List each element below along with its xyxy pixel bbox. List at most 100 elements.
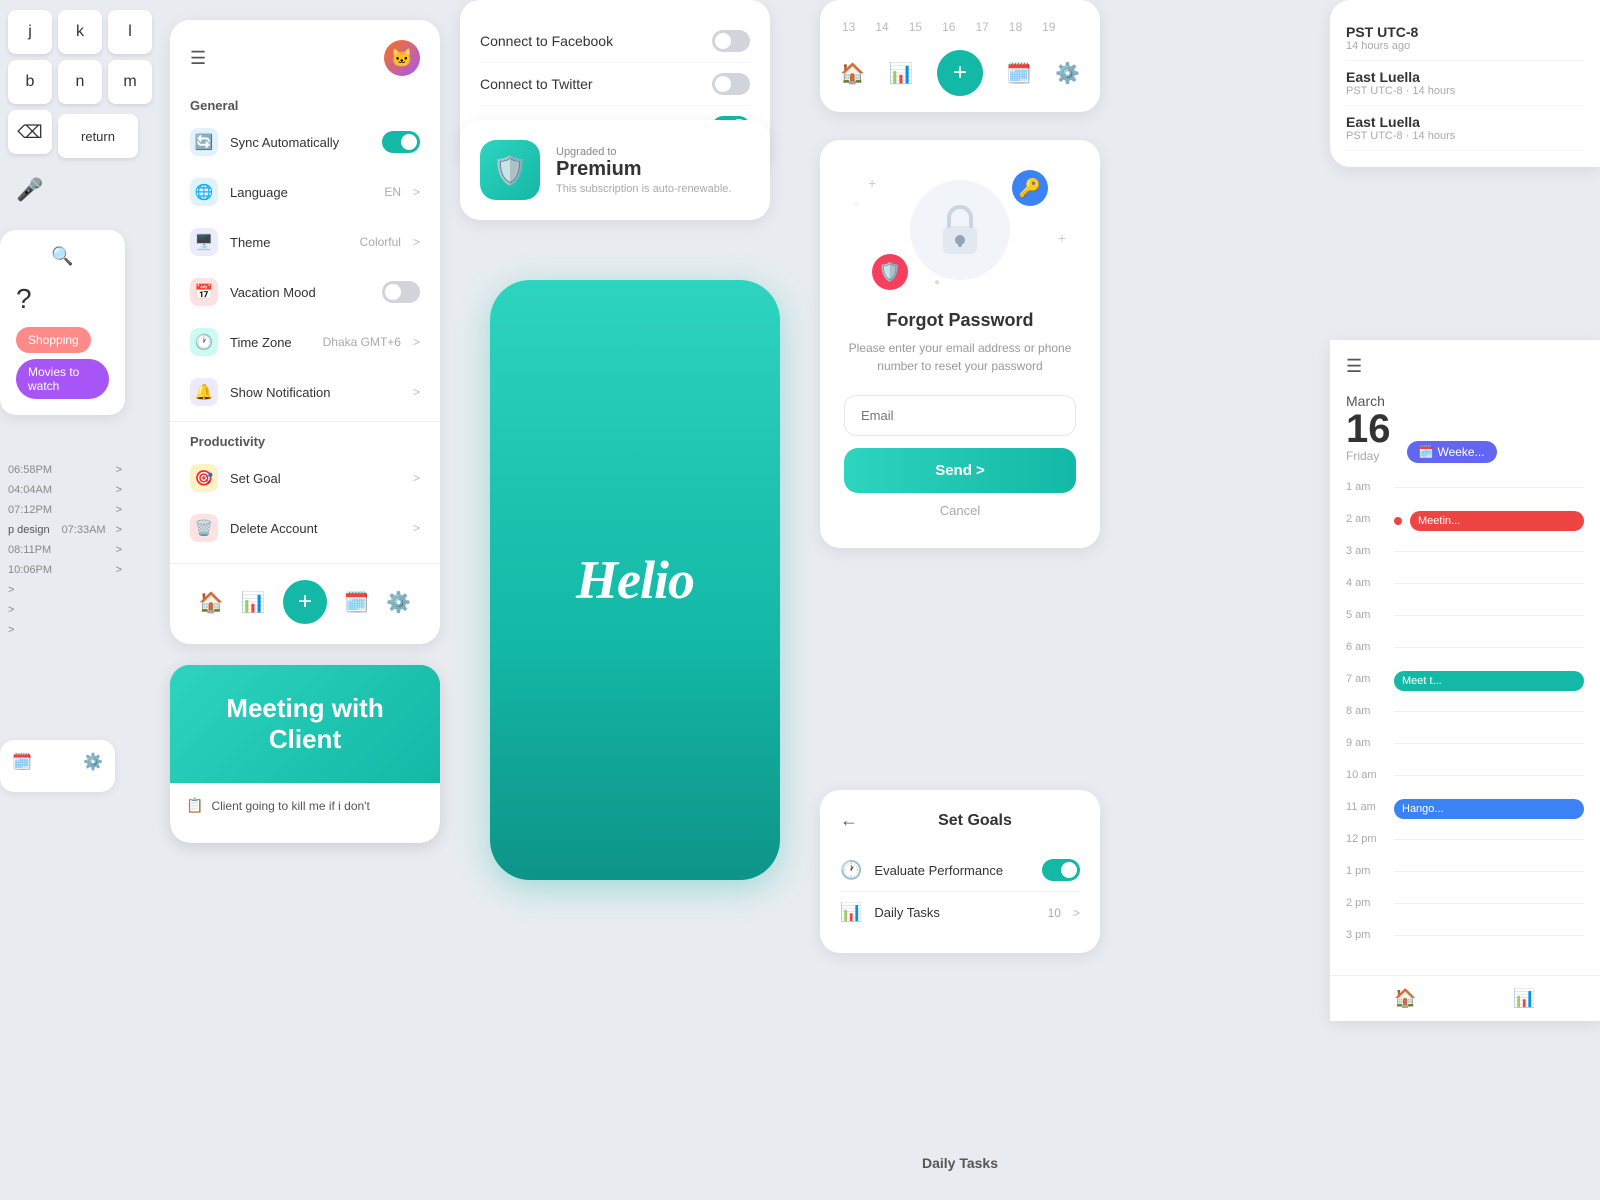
tl-event-meeting[interactable]: Meetin... — [1410, 511, 1584, 531]
send-button[interactable]: Send > — [844, 448, 1076, 493]
recent-arrow[interactable]: > — [116, 544, 122, 556]
facebook-label: Connect to Facebook — [480, 33, 700, 49]
key-b[interactable]: b — [8, 60, 52, 104]
recent-item: 06:58PM > — [8, 460, 122, 480]
meeting-body-row: 📋 Client going to kill me if i don't — [186, 797, 424, 814]
meeting-body-text: Client going to kill me if i don't — [211, 799, 369, 813]
add-fab-button[interactable]: + — [283, 580, 327, 624]
recent-arrow[interactable]: > — [116, 564, 122, 576]
recent-item: 10:06PM > — [8, 560, 122, 580]
premium-title: Premium — [556, 158, 731, 181]
evaluate-toggle[interactable] — [1042, 859, 1080, 881]
agenda-week-button[interactable]: 🗓️ Weeke... — [1407, 441, 1497, 463]
cal-cal-icon[interactable]: 🗓️ — [1007, 61, 1032, 86]
social-row-twitter: Connect to Twitter — [480, 63, 750, 106]
key-j[interactable]: j — [8, 10, 52, 54]
key-circle: 🔑 — [1012, 170, 1048, 206]
cancel-link[interactable]: Cancel — [844, 503, 1076, 518]
meeting-title: Meeting with Client — [190, 693, 420, 755]
settings-cal-icon[interactable]: ⚙️ — [1055, 61, 1080, 86]
settings-row-notification[interactable]: 🔔 Show Notification > — [170, 367, 440, 417]
chip-shopping[interactable]: Shopping — [16, 327, 91, 353]
search-icon-wrap: 🔍 — [16, 246, 109, 267]
settings-row-sync[interactable]: 🔄 Sync Automatically — [170, 117, 440, 167]
theme-value: Colorful — [360, 235, 401, 249]
settings-header: ☰ 🐱 — [170, 40, 440, 90]
calendar-icon[interactable]: 🗓️ — [344, 590, 369, 615]
tl-row-10am: 10 am — [1346, 767, 1584, 799]
tl-time: 7 am — [1346, 671, 1386, 685]
key-return[interactable]: return — [58, 114, 138, 158]
home-icon[interactable]: 🏠 — [199, 590, 224, 615]
recent-time: 06:58PM — [8, 464, 52, 476]
facebook-toggle[interactable] — [712, 30, 750, 52]
tl-time: 6 am — [1346, 639, 1386, 653]
language-value: EN — [384, 185, 401, 199]
recent-arrow-extra[interactable]: > — [8, 604, 14, 616]
sync-icon: 🔄 — [190, 128, 218, 156]
recent-arrow-extra[interactable]: > — [8, 584, 14, 596]
vacation-toggle[interactable] — [382, 281, 420, 303]
daily-arrow[interactable]: > — [1073, 906, 1080, 920]
email-input[interactable] — [844, 395, 1076, 436]
stats-cal-icon[interactable]: 📊 — [889, 61, 914, 86]
hamburger-icon[interactable]: ☰ — [190, 48, 206, 69]
vacation-label: Vacation Mood — [230, 285, 370, 300]
recent-arrow[interactable]: > — [116, 464, 122, 476]
key-m[interactable]: m — [108, 60, 152, 104]
daily-icon: 📊 — [840, 902, 862, 923]
recent-arrow[interactable]: > — [116, 504, 122, 516]
keyboard-panel: j k l b n m ⌫ return 🎤 🔍 ? Shopping Movi… — [0, 0, 170, 1200]
tl-event-meet[interactable]: Meet t... — [1394, 671, 1584, 691]
language-label: Language — [230, 185, 372, 200]
settings-row-theme[interactable]: 🖥️ Theme Colorful > — [170, 217, 440, 267]
mini-card-icon2: ⚙️ — [83, 752, 103, 772]
tag-chips: Shopping Movies to watch — [16, 327, 109, 399]
agenda-stats-icon[interactable]: 📊 — [1513, 988, 1535, 1009]
key-backspace[interactable]: ⌫ — [8, 110, 52, 154]
key-k[interactable]: k — [58, 10, 102, 54]
meeting-body-icon: 📋 — [186, 797, 203, 814]
setgoal-label: Set Goal — [230, 471, 401, 486]
recent-arrow-extra[interactable]: > — [8, 624, 14, 636]
recent-item: 04:04AM > — [8, 480, 122, 500]
general-label: General — [170, 90, 440, 117]
dot-2: ○ — [854, 200, 859, 209]
agenda-header: ☰ — [1330, 340, 1600, 377]
premium-icon: 🛡️ — [480, 140, 540, 200]
stats-icon[interactable]: 📊 — [241, 590, 266, 615]
settings-row-vacation[interactable]: 📅 Vacation Mood — [170, 267, 440, 317]
goals-back-arrow[interactable]: ← — [840, 810, 858, 831]
social-row-facebook: Connect to Facebook — [480, 20, 750, 63]
recent-arrow[interactable]: > — [116, 524, 122, 536]
tl-event-hango[interactable]: Hango... — [1394, 799, 1584, 819]
key-mic[interactable]: 🎤 — [8, 168, 52, 212]
settings-row-setgoal[interactable]: 🎯 Set Goal > — [170, 453, 440, 503]
daily-tasks-footer: Daily Tasks — [820, 1155, 1100, 1173]
agenda-date-block: March 16 Friday — [1346, 393, 1391, 463]
chip-movies[interactable]: Movies to watch — [16, 359, 109, 399]
keyboard-keys: j k l b n m ⌫ return 🎤 — [0, 0, 170, 222]
key-l[interactable]: l — [108, 10, 152, 54]
tl-time: 2 am — [1346, 511, 1386, 525]
settings-row-language[interactable]: 🌐 Language EN > — [170, 167, 440, 217]
recent-arrow[interactable]: > — [116, 484, 122, 496]
recent-time: 07:33AM — [62, 524, 106, 536]
language-icon: 🌐 — [190, 178, 218, 206]
twitter-toggle[interactable] — [712, 73, 750, 95]
meeting-card-top: Meeting with Client — [170, 665, 440, 783]
recent-item: p design 07:33AM > — [8, 520, 122, 540]
mini-card-bottom: 🗓️ ⚙️ — [0, 740, 115, 792]
sync-toggle[interactable] — [382, 131, 420, 153]
agenda-hamburger[interactable]: ☰ — [1346, 356, 1362, 377]
premium-subtitle: This subscription is auto-renewable. — [556, 183, 731, 195]
tz-name-2: East Luella — [1346, 114, 1584, 130]
gear-icon[interactable]: ⚙️ — [386, 590, 411, 615]
settings-row-delete[interactable]: 🗑️ Delete Account > — [170, 503, 440, 553]
key-n[interactable]: n — [58, 60, 102, 104]
agenda-home-icon[interactable]: 🏠 — [1394, 988, 1416, 1009]
tl-time: 10 am — [1346, 767, 1386, 781]
home-cal-icon[interactable]: 🏠 — [840, 61, 865, 86]
cal-add-button[interactable]: + — [937, 50, 983, 96]
settings-row-timezone[interactable]: 🕐 Time Zone Dhaka GMT+6 > — [170, 317, 440, 367]
